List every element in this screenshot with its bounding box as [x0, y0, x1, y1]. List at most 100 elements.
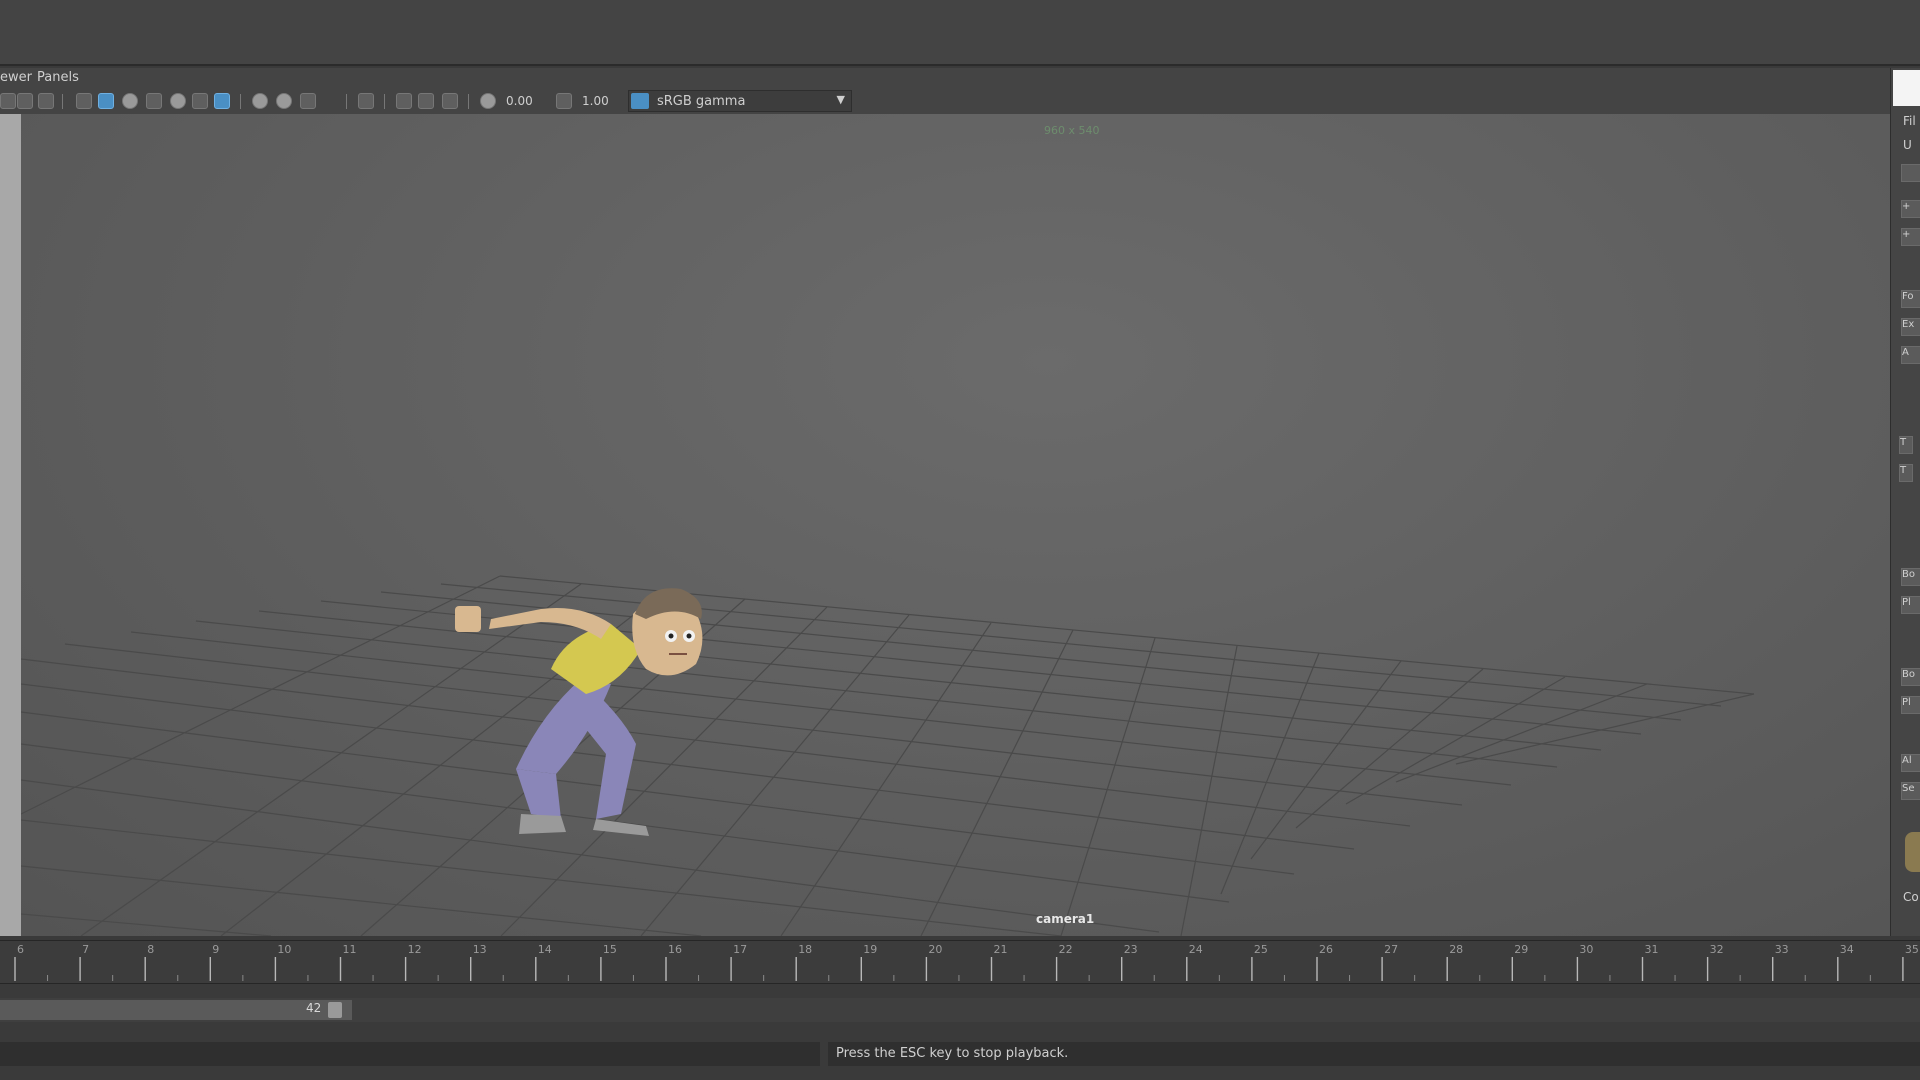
gamma-value[interactable]: 1.00: [582, 94, 609, 108]
timeline-tick-label: 20: [928, 943, 942, 956]
panel-menu-file[interactable]: Fil: [1903, 114, 1916, 128]
menu-panels[interactable]: Panels: [37, 70, 79, 85]
help-line: Press the ESC key to stop playback.: [0, 1040, 1920, 1068]
ground-grid: [21, 575, 1755, 936]
timeline-tick-label: 30: [1579, 943, 1593, 956]
panel-field[interactable]: Pl: [1901, 596, 1920, 614]
panel-field[interactable]: +: [1901, 228, 1920, 246]
toolbar-divider: [468, 94, 469, 109]
panel-thumbnail[interactable]: [1905, 832, 1920, 872]
panel-menu-label[interactable]: U: [1903, 138, 1912, 152]
toolbar-divider: [240, 94, 241, 109]
timeline-tick-label: 26: [1319, 943, 1333, 956]
main-menu-area: [0, 0, 1920, 66]
timeline-tick-label: 6: [17, 943, 24, 956]
color-management-icon[interactable]: [631, 93, 649, 109]
timeline-tick-label: 17: [733, 943, 747, 956]
help-message-text: Press the ESC key to stop playback.: [836, 1046, 1069, 1061]
color-space-label: sRGB gamma: [657, 94, 746, 109]
panel-field[interactable]: Se: [1901, 782, 1920, 800]
timeline-tick-label: 16: [668, 943, 682, 956]
timeline-tick-label: 7: [82, 943, 89, 956]
smooth-shade-icon[interactable]: [98, 93, 114, 109]
range-slider-handle[interactable]: [328, 1002, 342, 1018]
character-model: [455, 588, 703, 836]
exposure-icon[interactable]: [480, 93, 496, 109]
command-line[interactable]: [0, 1042, 820, 1066]
timeline-tick-label: 35: [1905, 943, 1919, 956]
timeline-tick-label: 19: [863, 943, 877, 956]
xray-joints-icon[interactable]: [418, 93, 434, 109]
timeline-tick-label: 15: [603, 943, 617, 956]
timeline-tick-label: 28: [1449, 943, 1463, 956]
wireframe-icon[interactable]: [76, 93, 92, 109]
panel-toggle[interactable]: T: [1899, 436, 1913, 454]
camera-attributes-icon[interactable]: [17, 93, 33, 109]
timeline-tick-label: 8: [147, 943, 154, 956]
bookmark-icon[interactable]: [38, 93, 54, 109]
toolbar-divider: [346, 94, 347, 109]
chevron-down-icon: ▼: [836, 93, 845, 106]
resolution-gate-label: 960 x 540: [1044, 124, 1100, 137]
timeline-tick-label: 13: [473, 943, 487, 956]
panel-field[interactable]: Bo: [1901, 568, 1920, 586]
panel-menu-label[interactable]: Co: [1903, 890, 1919, 904]
panel-field[interactable]: A: [1901, 346, 1920, 364]
range-slider[interactable]: 42: [0, 998, 1920, 1022]
timeline-tick-label: 14: [538, 943, 552, 956]
panel-field[interactable]: Fo: [1901, 290, 1920, 308]
panel-field[interactable]: [1901, 164, 1920, 182]
timeline-tick-label: 23: [1124, 943, 1138, 956]
viewport-left-border: [0, 114, 21, 936]
color-space-dropdown[interactable]: sRGB gamma ▼: [628, 90, 852, 112]
panel-tab[interactable]: [1893, 70, 1920, 106]
range-slider-bar[interactable]: [0, 1000, 352, 1020]
textured-icon[interactable]: [122, 93, 138, 109]
3d-viewport[interactable]: [21, 114, 1890, 936]
timeline-tick-label: 34: [1840, 943, 1854, 956]
isolate-select-icon[interactable]: [358, 93, 374, 109]
timeline-tick-label: 18: [798, 943, 812, 956]
lighting-icon[interactable]: [146, 93, 162, 109]
scene-render: [21, 575, 1755, 936]
antialiasing-icon[interactable]: [276, 93, 292, 109]
xray-icon[interactable]: [396, 93, 412, 109]
panel-toolbar: 0.00 1.00: [0, 88, 1890, 115]
panel-field[interactable]: +: [1901, 200, 1920, 218]
timeline-tick-label: 22: [1059, 943, 1073, 956]
gamma-icon[interactable]: [556, 93, 572, 109]
motion-blur-icon[interactable]: [252, 93, 268, 109]
timeline-tick-label: 31: [1645, 943, 1659, 956]
time-slider[interactable]: 6 7 8 9 10 11 12 13 14 15 16 17 18 19 20 21 22 23 24 25 26 27…: [0, 940, 1920, 984]
attribute-editor-panel: Fil U + + Fo Ex A T T Bo Pl Bo Pl Al Se …: [1890, 68, 1920, 936]
timeline-ticks: 6 7 8 9 10 11 12 13 14 15 16 17 18 19 20 21 22 23 24 25 26 27…: [14, 943, 1919, 981]
timeline-tick-label: 12: [408, 943, 422, 956]
select-camera-icon[interactable]: [0, 93, 16, 109]
backface-icon[interactable]: [442, 93, 458, 109]
ambient-occlusion-icon[interactable]: [214, 93, 230, 109]
panel-field[interactable]: Ex: [1901, 318, 1920, 336]
timeline-tick-label: 21: [994, 943, 1008, 956]
panel-menubar: ewer Panels: [0, 68, 1890, 88]
panel-field[interactable]: Bo: [1901, 668, 1920, 686]
timeline-tick-label: 11: [343, 943, 357, 956]
panel-field[interactable]: Al: [1901, 754, 1920, 772]
camera-name-label: camera1: [1036, 912, 1095, 926]
timeline-tick-label: 29: [1514, 943, 1528, 956]
timeline-tick-label: 32: [1710, 943, 1724, 956]
exposure-value[interactable]: 0.00: [506, 94, 533, 108]
timeline-tick-label: 24: [1189, 943, 1203, 956]
help-line-message: Press the ESC key to stop playback.: [828, 1042, 1920, 1066]
toolbar-divider: [62, 94, 63, 109]
timeline-tick-label: 25: [1254, 943, 1268, 956]
shadows-icon[interactable]: [170, 93, 186, 109]
panel-field[interactable]: Pl: [1901, 696, 1920, 714]
depth-of-field-icon[interactable]: [300, 93, 316, 109]
light-bulb-icon[interactable]: [192, 93, 208, 109]
panel-toggle[interactable]: T: [1899, 464, 1913, 482]
range-end-value: 42: [306, 1001, 322, 1015]
menu-renderer[interactable]: ewer: [0, 70, 32, 85]
toolbar-divider: [384, 94, 385, 109]
timeline-tick-label: 27: [1384, 943, 1398, 956]
timeline-tick-label: 33: [1775, 943, 1789, 956]
